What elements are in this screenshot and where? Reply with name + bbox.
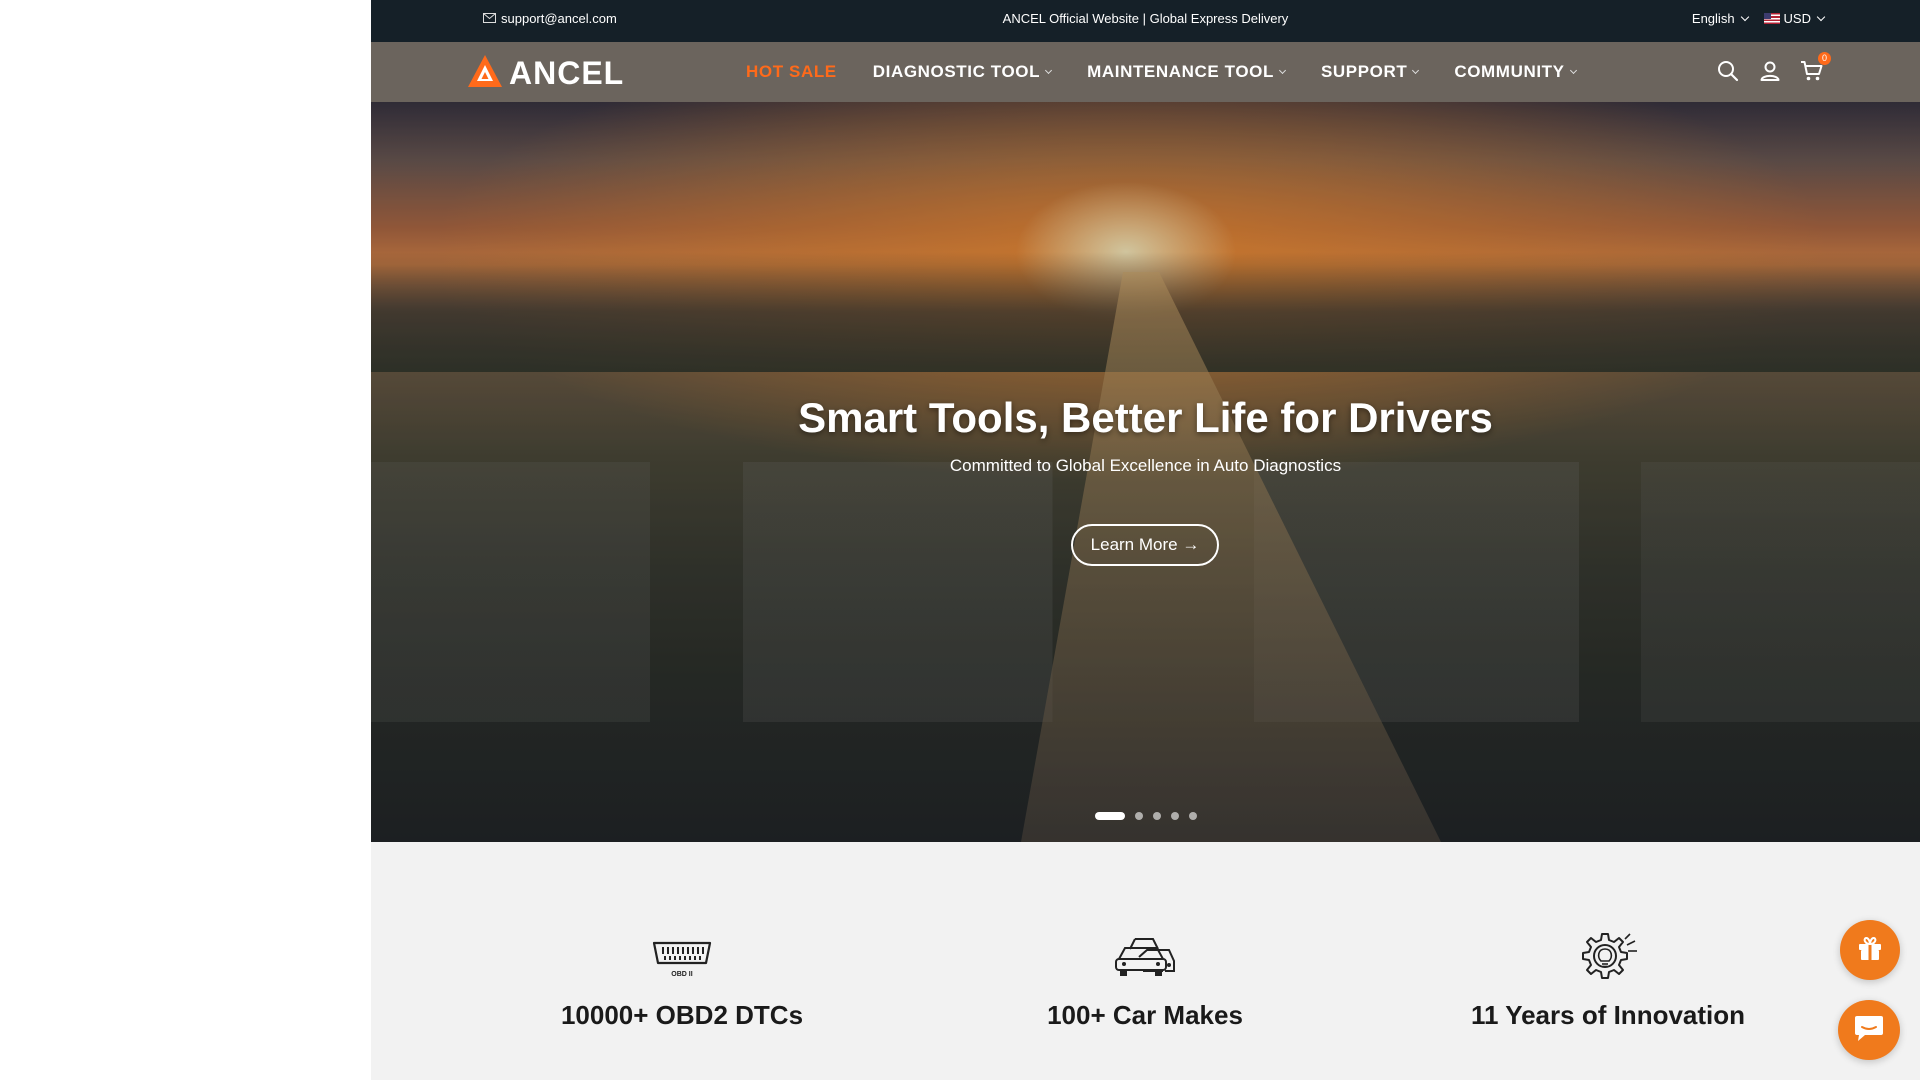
nav-item-hot-sale[interactable]: HOT SALE — [746, 62, 837, 82]
slider-dot-5[interactable] — [1189, 812, 1197, 820]
nav-item-community[interactable]: COMMUNITY — [1454, 62, 1577, 82]
page: support@ancel.com ANCEL Official Website… — [371, 0, 1920, 1080]
gift-button[interactable] — [1840, 920, 1900, 980]
currency-label: USD — [1783, 11, 1811, 26]
brand-logo[interactable]: ANCEL — [467, 54, 624, 93]
chat-button[interactable] — [1838, 1000, 1900, 1060]
cart-icon[interactable]: 0 — [1799, 52, 1831, 84]
stat-obd2-dtcs: OBD II 10000+ OBD2 DTCs — [502, 926, 862, 1031]
slider-dot-1[interactable] — [1095, 812, 1125, 820]
cart-count-badge: 0 — [1818, 52, 1831, 65]
chevron-down-icon — [1278, 66, 1286, 74]
main-navbar: ANCEL HOT SALE DIAGNOSTIC TOOL MAINTENAN… — [371, 42, 1920, 102]
chevron-down-icon — [1569, 66, 1577, 74]
hero-subtitle: Committed to Global Excellence in Auto D… — [949, 456, 1342, 475]
gift-icon — [1856, 934, 1884, 967]
nav-item-label: HOT SALE — [746, 62, 837, 81]
cars-icon — [1113, 933, 1177, 986]
account-icon[interactable] — [1757, 58, 1783, 84]
stat-years-innovation: 11 Years of Innovation — [1428, 926, 1788, 1031]
nav-item-label: DIAGNOSTIC TOOL — [872, 62, 1041, 81]
us-flag-icon — [1763, 13, 1780, 24]
chat-icon — [1853, 1013, 1885, 1048]
top-utility-bar: support@ancel.com ANCEL Official Website… — [371, 0, 1920, 42]
nav-item-label: COMMUNITY — [1454, 62, 1565, 81]
stat-label: 100+ Car Makes — [1047, 1000, 1243, 1030]
hero-title: Smart Tools, Better Life for Drivers — [798, 394, 1493, 441]
currency-selector[interactable]: USD — [1763, 11, 1826, 26]
gear-lightbulb-icon — [1577, 931, 1639, 986]
chevron-down-icon — [1412, 66, 1420, 74]
language-label: English — [1691, 11, 1735, 26]
hero-banner: Smart Tools, Better Life for Drivers Com… — [371, 102, 1920, 842]
chevron-down-icon — [1740, 12, 1749, 21]
ancel-logo-icon — [467, 54, 503, 93]
header-tools: 0 — [1715, 52, 1831, 84]
search-icon[interactable] — [1715, 58, 1741, 84]
nav-item-label: MAINTENANCE TOOL — [1087, 62, 1274, 81]
stats-section: OBD II 10000+ OBD2 DTCs 100+ Car Makes 1… — [371, 842, 1920, 1080]
slider-pagination — [1095, 812, 1197, 820]
stat-label: 10000+ OBD2 DTCs — [560, 1000, 804, 1030]
chevron-down-icon — [1045, 66, 1053, 74]
slider-dot-4[interactable] — [1171, 812, 1179, 820]
slider-dot-3[interactable] — [1153, 812, 1161, 820]
nav-item-label: SUPPORT — [1320, 62, 1408, 81]
chevron-down-icon — [1816, 12, 1826, 21]
stat-label: 11 Years of Innovation — [1470, 1000, 1746, 1030]
stat-car-makes: 100+ Car Makes — [965, 926, 1325, 1031]
obd2-icon-caption: OBD II — [671, 971, 692, 978]
primary-nav: HOT SALE DIAGNOSTIC TOOL MAINTENANCE TOO… — [746, 42, 1577, 102]
obd2-connector-icon: OBD II — [651, 937, 713, 986]
nav-item-maintenance-tool[interactable]: MAINTENANCE TOOL — [1087, 62, 1286, 82]
learn-more-button[interactable]: Learn More → — [1071, 524, 1219, 566]
brand-name: ANCEL — [509, 55, 625, 91]
nav-item-support[interactable]: SUPPORT — [1320, 62, 1420, 82]
slider-dot-2[interactable] — [1135, 812, 1143, 820]
language-selector[interactable]: English — [1691, 11, 1749, 26]
nav-item-diagnostic-tool[interactable]: DIAGNOSTIC TOOL — [872, 62, 1053, 82]
announcement-text: ANCEL Official Website | Global Express … — [1002, 11, 1289, 26]
